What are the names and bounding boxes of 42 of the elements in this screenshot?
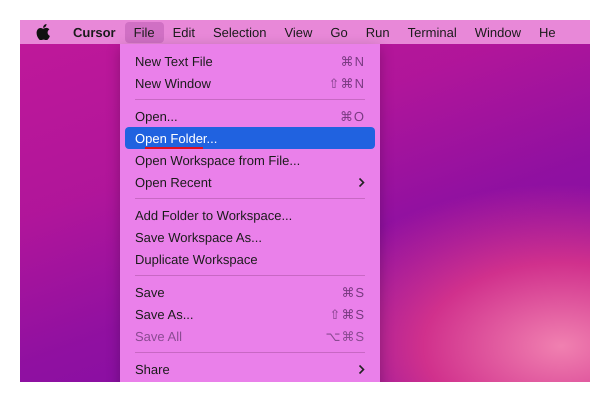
shortcut-label: ⌘N	[340, 54, 365, 68]
menu-item[interactable]: Save Workspace As...	[125, 226, 375, 248]
menu-item-label: Open...	[135, 108, 179, 124]
menu-bar-item[interactable]: View	[275, 22, 322, 42]
menu-bar-item[interactable]: Edit	[164, 22, 204, 42]
menu-bar-item[interactable]: Selection	[204, 22, 276, 42]
menu-item-label: Save Workspace As...	[135, 230, 263, 244]
menu-item-label: Duplicate Workspace	[135, 252, 259, 266]
menu-bar-item[interactable]: File	[124, 22, 164, 42]
shortcut-label: ⇧⌘S	[329, 306, 365, 322]
menu-bar-item[interactable]: Cursor	[64, 22, 125, 42]
menu-item-label: New Window	[135, 76, 212, 90]
menu-item-label: Save As...	[135, 306, 195, 322]
menu-item[interactable]: New Text File ⌘N	[125, 50, 375, 72]
menu-bar-item[interactable]: Window	[466, 22, 530, 42]
menu-bar-item[interactable]: Terminal	[398, 22, 466, 42]
shortcut-label: ⇧⌘N	[328, 76, 365, 90]
menu-item[interactable]: Open Recent	[125, 171, 375, 193]
menu-item-label: New Text File	[135, 54, 214, 68]
apple-icon[interactable]	[36, 24, 50, 40]
menu-bar-item[interactable]: He	[530, 22, 565, 42]
menu-item[interactable]: Share	[125, 358, 375, 380]
shortcut-label: ⌥⌘S	[325, 328, 365, 344]
menu-item-label: Save All	[135, 328, 183, 344]
menu-item[interactable]: Open Workspace from File...	[125, 149, 375, 171]
shortcut-label: ⌘O	[340, 108, 365, 124]
shortcut-label: ⌘S	[341, 284, 365, 300]
menu-item-label: Open Recent	[135, 174, 213, 190]
menu-item[interactable]: Open Folder...	[125, 127, 375, 149]
menu-item-label: Share	[135, 362, 171, 376]
menu-item[interactable]: New Window ⇧⌘N	[125, 72, 375, 94]
menu-bar-item[interactable]: Go	[321, 22, 357, 42]
menu-item-label: Open Folder...	[135, 130, 218, 146]
menu-bar-item[interactable]: Run	[356, 22, 399, 42]
menu-item[interactable]: Open... ⌘O	[125, 105, 375, 127]
menu-item[interactable]: Add Folder to Workspace...	[125, 204, 375, 226]
menu-item[interactable]: Save ⌘S	[125, 281, 375, 303]
menu-item[interactable]: Duplicate Workspace	[125, 248, 375, 270]
menu-item-label: Open Workspace from File...	[135, 152, 302, 168]
menu-item-label: Save	[135, 284, 166, 300]
menu-item[interactable]: Save As... ⇧⌘S	[125, 303, 375, 325]
menu-item-label: Add Folder to Workspace...	[135, 208, 294, 222]
